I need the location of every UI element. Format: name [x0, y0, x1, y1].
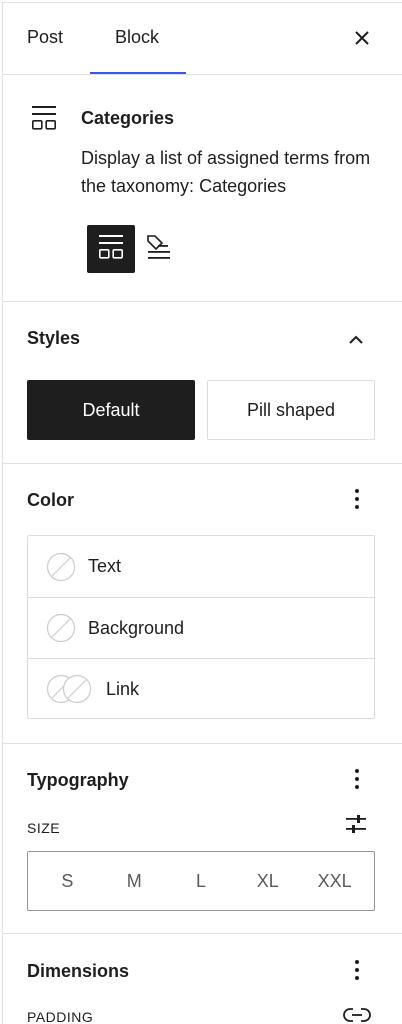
variation-categories-button[interactable] — [87, 225, 135, 273]
typography-options-icon[interactable] — [345, 765, 369, 793]
padding-label: PADDING — [27, 1009, 94, 1024]
color-item-link[interactable]: Link — [28, 658, 374, 719]
color-item-text[interactable]: Text — [28, 536, 374, 597]
color-options-icon[interactable] — [345, 485, 369, 513]
link-sides-icon[interactable] — [343, 1005, 371, 1024]
color-settings-list: Text Background Link — [27, 535, 375, 719]
color-item-label: Link — [106, 678, 140, 699]
variation-tags-button[interactable] — [135, 225, 183, 273]
color-item-label: Background — [88, 617, 185, 638]
typography-section-title: Typography — [27, 770, 129, 790]
block-card-divider — [3, 301, 402, 302]
font-size-m[interactable]: M — [104, 871, 164, 892]
style-default-button[interactable]: Default — [27, 380, 195, 440]
dimensions-options-icon[interactable] — [345, 956, 369, 984]
double-empty-swatch-icon — [46, 674, 94, 704]
size-label: SIZE — [27, 820, 61, 836]
empty-swatch-icon — [46, 552, 76, 582]
tab-post[interactable]: Post — [27, 27, 63, 48]
style-pill-shaped-button[interactable]: Pill shaped — [207, 380, 375, 440]
categories-block-icon — [29, 103, 61, 135]
block-description: Display a list of assigned terms from th… — [81, 148, 371, 196]
font-size-picker: S M L XL XXL — [27, 851, 375, 911]
color-item-background[interactable]: Background — [28, 597, 374, 658]
styles-divider — [3, 463, 402, 464]
color-divider — [3, 743, 402, 744]
font-size-xxl[interactable]: XXL — [305, 871, 365, 892]
empty-swatch-icon — [46, 613, 76, 643]
font-size-s[interactable]: S — [37, 871, 97, 892]
typography-divider — [3, 933, 402, 934]
color-item-label: Text — [88, 556, 122, 576]
font-size-xl[interactable]: XL — [238, 871, 298, 892]
chevron-up-icon[interactable] — [343, 327, 369, 353]
tabs-divider — [3, 74, 402, 75]
block-title: Categories — [81, 108, 175, 128]
categories-icon — [97, 233, 125, 266]
font-size-l[interactable]: L — [171, 871, 231, 892]
close-icon[interactable] — [349, 25, 375, 51]
custom-size-settings-icon[interactable] — [343, 811, 369, 837]
block-inspector-panel: Post Block Categories Display a list of … — [2, 2, 402, 1024]
tag-icon — [144, 232, 174, 267]
tab-block[interactable]: Block — [115, 27, 159, 48]
styles-section-title: Styles — [27, 328, 81, 348]
dimensions-section-title: Dimensions — [27, 961, 130, 981]
color-section-title: Color — [27, 490, 74, 510]
